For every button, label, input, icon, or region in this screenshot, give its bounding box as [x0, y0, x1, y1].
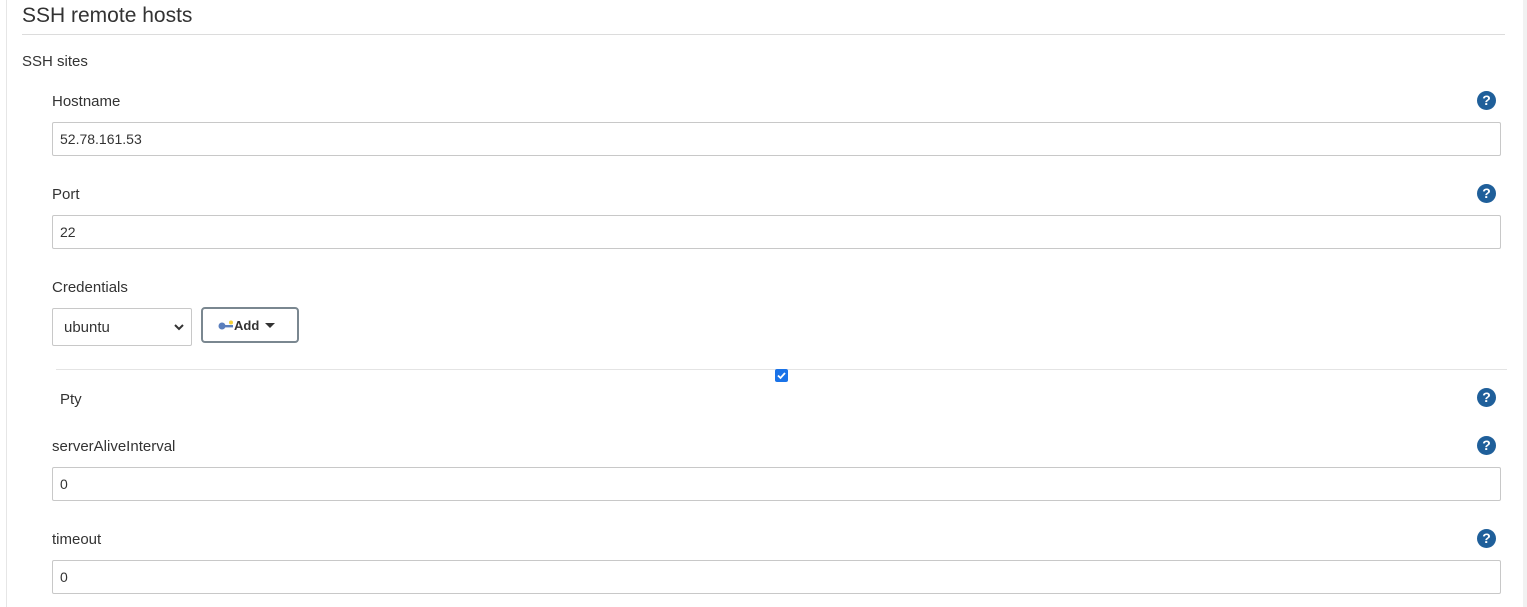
server-alive-interval-help-icon[interactable]: ? [1477, 436, 1496, 455]
key-icon [218, 320, 233, 330]
port-input[interactable] [52, 215, 1501, 249]
subsection-title: SSH sites [22, 53, 88, 70]
section-divider [22, 34, 1505, 35]
pty-label: Pty [60, 391, 82, 408]
add-button-label: Add [234, 318, 260, 333]
add-credentials-button[interactable]: Add [201, 307, 299, 343]
hostname-label: Hostname [52, 93, 121, 110]
timeout-help-icon[interactable]: ? [1477, 529, 1496, 548]
caret-down-icon [265, 323, 275, 328]
credentials-selected-value: ubuntu [64, 319, 110, 336]
scrollbar[interactable] [1523, 0, 1527, 607]
hostname-help-icon[interactable]: ? [1477, 91, 1496, 110]
server-alive-interval-input[interactable] [52, 467, 1501, 501]
ssh-remote-hosts-page: SSH remote hosts SSH sites Hostname ? Po… [0, 0, 1527, 607]
pty-checkbox[interactable] [775, 369, 788, 382]
timeout-label: timeout [52, 531, 102, 548]
left-border [6, 0, 7, 607]
timeout-input[interactable] [52, 560, 1501, 594]
credentials-select[interactable]: ubuntu [52, 308, 192, 346]
chevron-down-icon [174, 324, 184, 331]
hostname-input[interactable] [52, 122, 1501, 156]
port-help-icon[interactable]: ? [1477, 184, 1496, 203]
credentials-label: Credentials [52, 279, 128, 296]
pty-help-icon[interactable]: ? [1477, 388, 1496, 407]
section-title: SSH remote hosts [22, 4, 193, 27]
checkmark-icon [777, 372, 786, 380]
server-alive-interval-label: serverAliveInterval [52, 438, 176, 455]
port-label: Port [52, 186, 80, 203]
